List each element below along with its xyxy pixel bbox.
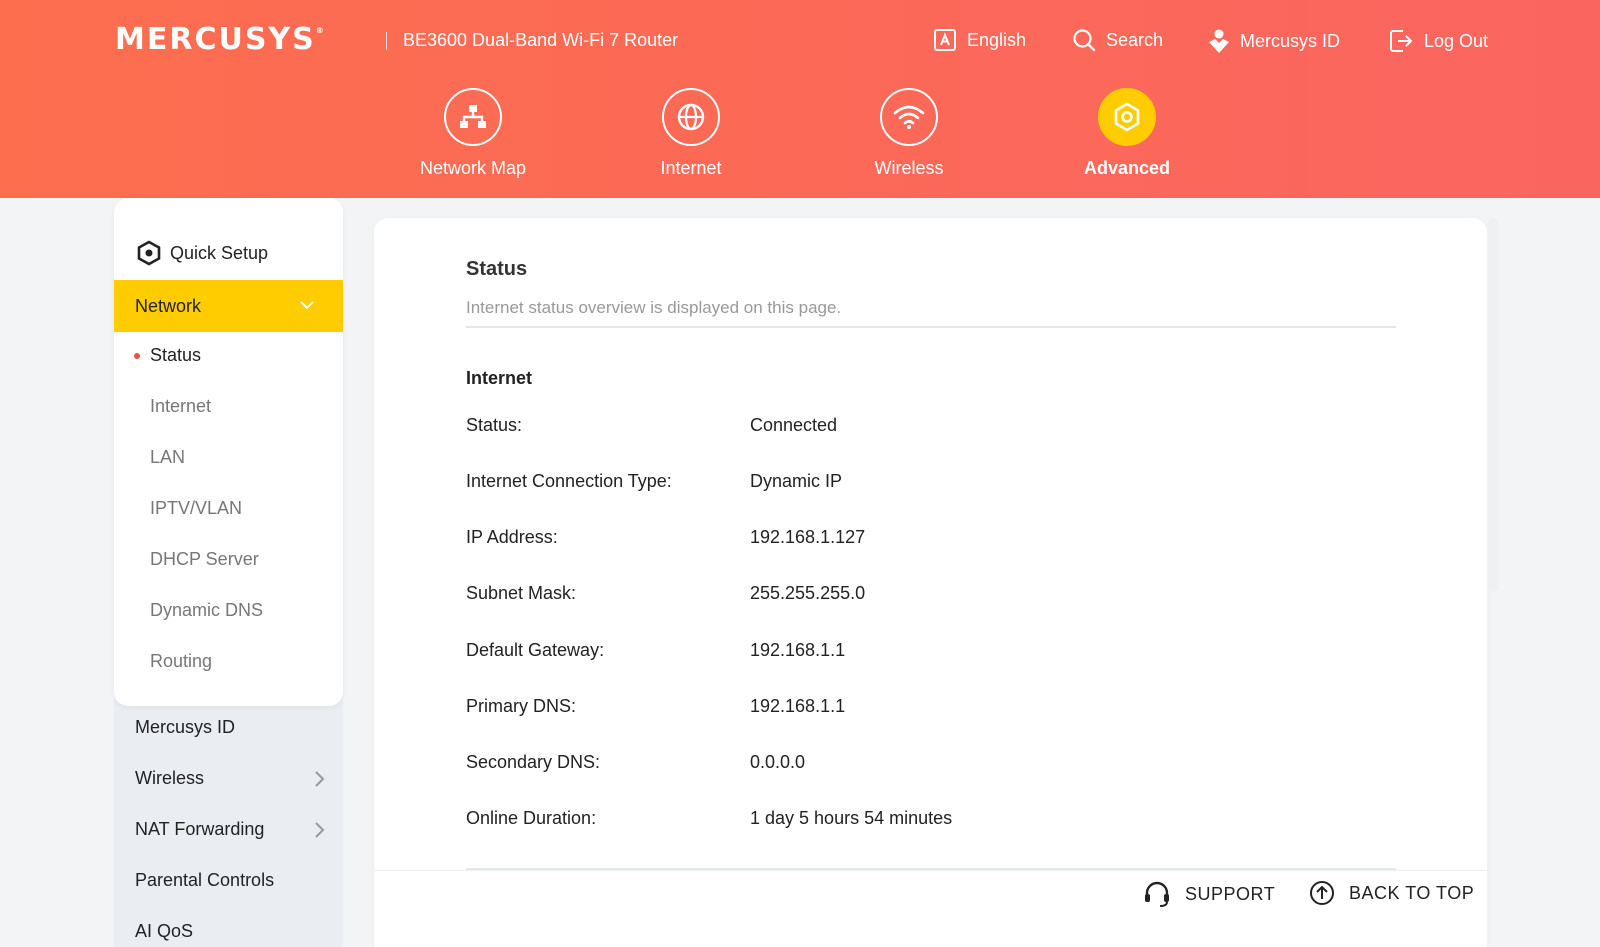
- scrollbar[interactable]: [1488, 218, 1498, 592]
- globe-icon: [677, 103, 705, 131]
- search-label: Search: [1106, 29, 1164, 50]
- row-label: Status:: [466, 415, 523, 435]
- language-label: English: [967, 29, 1027, 50]
- title-divider: [466, 326, 1396, 328]
- mercusys-id-button[interactable]: Mercusys ID: [1208, 28, 1340, 54]
- sidebar-subitem-lan[interactable]: LAN: [150, 447, 185, 468]
- sidebar-item-label: Wireless: [135, 768, 205, 788]
- row-label: Secondary DNS:: [466, 752, 601, 772]
- wifi-icon: [893, 105, 925, 129]
- sidebar-item-label: NAT Forwarding: [135, 819, 265, 839]
- gear-icon: [1114, 102, 1140, 132]
- sidebar-subitem-routing[interactable]: Routing: [150, 651, 212, 672]
- sidebar-item-nat-forwarding[interactable]: NAT Forwarding: [135, 819, 325, 840]
- sidebar: Quick Setup Network Status Internet LAN …: [114, 198, 343, 947]
- logout-button[interactable]: Log Out: [1388, 28, 1488, 54]
- sidebar-subitem-internet[interactable]: Internet: [150, 396, 211, 417]
- row-label: IP Address:: [466, 527, 558, 547]
- sidebar-subitem-dynamic-dns[interactable]: Dynamic DNS: [150, 600, 263, 621]
- language-selector[interactable]: English: [933, 28, 1026, 52]
- header-bar: MERCUSYS® BE3600 Dual-Band Wi-Fi 7 Route…: [0, 0, 1600, 198]
- sidebar-subitem-status[interactable]: Status: [150, 345, 201, 366]
- chevron-right-icon: [315, 771, 325, 787]
- sidebar-item-wireless[interactable]: Wireless: [135, 768, 325, 789]
- sidebar-item-label: Mercusys ID: [135, 717, 236, 737]
- sidebar-item-mercusys-id[interactable]: Mercusys ID: [135, 717, 325, 738]
- network-map-icon: [460, 105, 486, 128]
- sidebar-item-ai-qos[interactable]: AI QoS: [135, 921, 325, 942]
- support-link[interactable]: SUPPORT: [1143, 880, 1275, 908]
- header-divider: [386, 32, 387, 50]
- account-label: Mercusys ID: [1240, 30, 1341, 51]
- sidebar-item-network[interactable]: Network: [114, 280, 343, 332]
- main-panel: Status Internet status overview is displ…: [374, 218, 1487, 947]
- nav-label: Network Map: [419, 158, 527, 178]
- sidebar-item-parental-controls[interactable]: Parental Controls: [135, 870, 325, 891]
- search-icon: [1073, 29, 1096, 52]
- row-value: 0.0.0.0: [750, 752, 806, 772]
- quick-setup-label: Quick Setup: [170, 242, 269, 263]
- nav-network-map[interactable]: Network Map: [388, 88, 558, 179]
- headset-icon: [1145, 881, 1169, 907]
- page-title: Status: [466, 258, 528, 280]
- sidebar-network-panel: Quick Setup Network Status Internet LAN …: [114, 198, 343, 706]
- logout-icon: [1390, 30, 1413, 52]
- page-description: Internet status overview is displayed on…: [466, 298, 842, 317]
- sidebar-subitem-iptv-vlan[interactable]: IPTV/VLAN: [150, 498, 242, 519]
- row-label: Online Duration:: [466, 808, 597, 828]
- sidebar-item-label: AI QoS: [135, 921, 194, 941]
- brand-logo[interactable]: MERCUSYS®: [115, 22, 326, 57]
- row-label: Primary DNS:: [466, 696, 577, 716]
- sidebar-subitem-dhcp-server[interactable]: DHCP Server: [150, 549, 259, 570]
- chevron-down-icon: [300, 301, 314, 310]
- section-title: Internet: [466, 368, 533, 388]
- brand-name: MERCUSYS: [115, 22, 316, 57]
- quick-setup-icon: [137, 240, 161, 266]
- nav-advanced[interactable]: Advanced: [1042, 88, 1212, 179]
- row-value: 255.255.255.0: [750, 583, 866, 603]
- nav-label: Wireless: [874, 158, 944, 178]
- language-icon: [934, 29, 956, 51]
- row-label: Internet Connection Type:: [466, 471, 672, 491]
- back-to-top-label: BACK TO TOP: [1349, 882, 1475, 903]
- row-value: Dynamic IP: [750, 471, 843, 491]
- row-value: 192.168.1.127: [750, 527, 866, 547]
- logout-label: Log Out: [1424, 30, 1489, 51]
- sidebar-item-quick-setup[interactable]: Quick Setup: [136, 240, 268, 266]
- search-button[interactable]: Search: [1072, 28, 1163, 52]
- user-icon: [1209, 29, 1229, 53]
- arrow-up-circle-icon: [1310, 881, 1334, 905]
- support-label: SUPPORT: [1185, 883, 1276, 904]
- row-value: 192.168.1.1: [750, 640, 846, 660]
- chevron-right-icon: [315, 822, 325, 838]
- row-value: Connected: [750, 415, 838, 435]
- nav-internet[interactable]: Internet: [606, 88, 776, 179]
- network-label: Network: [135, 295, 202, 316]
- sidebar-item-label: Parental Controls: [135, 870, 275, 890]
- back-to-top-link[interactable]: BACK TO TOP: [1309, 880, 1474, 906]
- row-label: Subnet Mask:: [466, 583, 577, 603]
- row-value: 192.168.1.1: [750, 696, 846, 716]
- nav-label: Advanced: [1083, 158, 1171, 178]
- nav-label: Internet: [660, 158, 722, 178]
- active-indicator-dot: [134, 353, 140, 359]
- row-value: 1 day 5 hours 54 minutes: [750, 808, 953, 828]
- product-name: BE3600 Dual-Band Wi-Fi 7 Router: [403, 30, 679, 50]
- nav-wireless[interactable]: Wireless: [824, 88, 994, 179]
- row-label: Default Gateway:: [466, 640, 605, 660]
